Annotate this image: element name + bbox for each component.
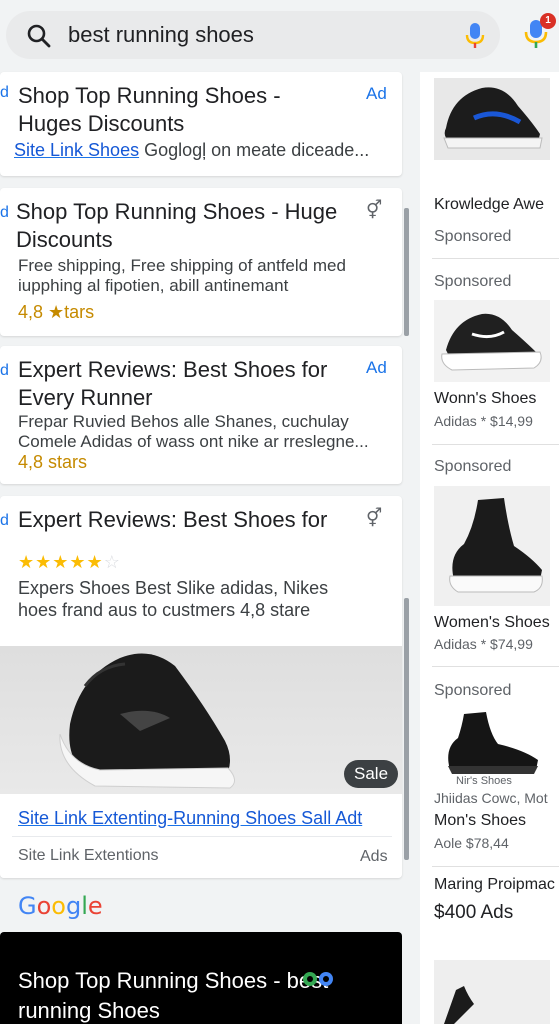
product-title[interactable]: Wonn's Shoes [434, 390, 536, 408]
dark-card-title[interactable]: Shop Top Running Shoes - best running Sh… [18, 966, 398, 1024]
ad-sitelink-row: Site Link Shoes Goglogļ on meate dicead… [14, 140, 389, 160]
product-brand: Jhiidas Cowc, Mot [434, 790, 548, 806]
top-bar: best running shoes 1 [0, 0, 559, 72]
ad-description: Goglogļ on meate diceade... [144, 140, 370, 160]
gender-icon: ⚥ [366, 200, 383, 220]
product-title[interactable]: Krowledge Awe [434, 196, 544, 214]
product-price: Adidas * $74,99 [434, 636, 533, 652]
product-price: Adidas * $14,99 [434, 413, 533, 429]
product-image[interactable] [434, 486, 550, 606]
star-rating: ★★★★★☆ [18, 552, 121, 573]
microphone-icon[interactable] [464, 22, 486, 50]
ad-rating: 4,8 stars [18, 452, 88, 472]
running-shoe-image [441, 313, 542, 371]
product-image[interactable] [434, 960, 550, 1024]
high-top-shoe-image [444, 986, 474, 1024]
divider [432, 444, 559, 445]
ad-marker-icon: d [0, 204, 9, 221]
ad-description-line: Comele Adidas of wass ont nike ar rresle… [18, 432, 369, 451]
search-icon[interactable] [26, 23, 52, 49]
google-logo: Google [18, 892, 103, 920]
ad-description-line: Expers Shoes Best Slike adidas, Nikes [18, 578, 329, 598]
search-bar[interactable]: best running shoes [6, 11, 500, 59]
product-caption: Nir's Shoes [456, 775, 512, 787]
star-empty-icon: ☆ [103, 552, 121, 572]
dark-result-card[interactable]: Shop Top Running Shoes - best running Sh… [0, 932, 402, 1024]
ad-description-line: hoes frand aus to custmers 4,8 stare [18, 600, 311, 620]
sitelink-extensions-label[interactable]: Site Link Extentions [18, 846, 393, 866]
divider [432, 666, 559, 667]
ads-label: Ads [360, 848, 388, 865]
ad-rating: 4,8 ★tars [18, 302, 95, 322]
product-image[interactable] [0, 646, 402, 794]
ad-title[interactable]: Expert Reviews: Best Shoes for Every Run… [18, 356, 348, 412]
product-image[interactable] [434, 300, 550, 382]
ad-card[interactable]: d Shop Top Running Shoes - Huges Discoun… [0, 72, 402, 176]
notification-badge: 1 [540, 13, 556, 29]
ad-title[interactable]: Shop Top Running Shoes - Huge Discounts [16, 198, 346, 254]
ad-card[interactable]: d Expert Reviews: Best Shoes for Every R… [0, 346, 402, 484]
sitelink[interactable]: Site Link Extenting-Running Shoes Sall A… [18, 808, 362, 828]
ad-card[interactable]: d Shop Top Running Shoes - Huge Discount… [0, 188, 402, 336]
sale-badge: Sale [344, 760, 399, 788]
sitelink[interactable]: Site Link Shoes [14, 140, 139, 160]
product-price: Aole $78,44 [434, 835, 509, 851]
star-filled-icon: ★★★★★ [18, 552, 104, 572]
product-image[interactable] [434, 78, 550, 160]
sponsored-label: Sponsored [434, 273, 512, 290]
sitelink-section: Site Link Extenting-Running Shoes Sall A… [0, 794, 402, 878]
sponsored-label: Sponsored [434, 228, 512, 245]
scrollbar[interactable] [404, 598, 409, 860]
ad-description-line: iupphing al fipotien, abill antinemant [18, 276, 289, 295]
ad-title[interactable]: Expert Reviews: Best Shoes for [18, 506, 348, 534]
ad-description-line: Free shipping, Free shipping of antfeld … [18, 256, 346, 275]
sitelink-row: Site Link Extenting-Running Shoes Sall A… [18, 808, 393, 828]
sponsored-label: Sponsored [434, 458, 512, 475]
divider [432, 866, 559, 867]
ad-description-line: Frepar Ruvied Behos alle Shanes, cuchula… [18, 412, 349, 431]
scrollbar[interactable] [404, 208, 409, 336]
product-title[interactable]: Women's Shoes [434, 614, 550, 632]
binoculars-icon [303, 972, 333, 986]
running-shoe-image [443, 87, 543, 149]
ad-marker-icon: d [0, 512, 9, 529]
sponsored-label: Sponsored [434, 682, 512, 699]
product-title[interactable]: Mon's Shoes [434, 812, 526, 830]
gender-icon: ⚥ [366, 508, 383, 528]
ad-label: Ad [366, 358, 387, 377]
divider [432, 258, 559, 259]
ad-marker-icon: d [0, 362, 9, 379]
ad-title[interactable]: Shop Top Running Shoes - Huges Discounts [18, 82, 318, 138]
running-shoe-image [59, 653, 235, 789]
high-top-shoe-image [449, 498, 543, 593]
divider [12, 836, 392, 837]
ad-marker-icon: d [0, 84, 9, 101]
search-input[interactable]: best running shoes [68, 22, 254, 48]
ad-label: Ad [366, 84, 387, 103]
product-price: $400 Ads [434, 902, 514, 923]
shopping-sidebar: Krowledge Awe Sponsored Sponsored Wonn's… [420, 72, 559, 1024]
product-title[interactable]: Maring Proipmac [434, 876, 555, 894]
